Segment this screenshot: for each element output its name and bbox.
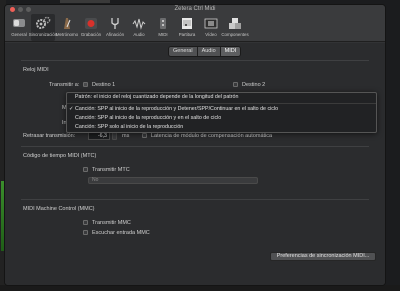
tuning-fork-icon (107, 16, 123, 30)
midi-port-icon (155, 16, 171, 30)
toolbar-item-grabacion[interactable]: Grabación (79, 14, 103, 41)
toolbar-item-sincronizacion[interactable]: Sincronización (28, 14, 58, 41)
toolbar-item-video[interactable]: Vídeo (199, 14, 223, 41)
section-divider (21, 60, 369, 61)
dropdown-option-label: Canción: SPP al inicio de la reproducció… (75, 106, 279, 112)
dropdown-option-label: Canción: SPP solo al inicio de la reprod… (75, 124, 184, 130)
toolbar-item-partitura[interactable]: Partitura (175, 14, 199, 41)
destino2-checkbox[interactable] (233, 82, 238, 87)
toolbar-label: Componentes (221, 32, 249, 37)
retrasar-input[interactable]: -6,3 (88, 132, 110, 140)
midi-sync-preferences-button[interactable]: Preferencias de sincronización MIDI... (270, 252, 376, 261)
tab-bar: General Audio MIDI (168, 46, 242, 57)
toolbar-label: Audio (133, 32, 145, 37)
switch-icon (11, 16, 27, 30)
toolbar-item-componentes[interactable]: Componentes (221, 14, 249, 41)
section-divider (21, 199, 369, 200)
toolbar-label: Partitura (178, 32, 196, 37)
toolbar-label: Metrónomo (55, 32, 79, 37)
dropdown-option-cancion-spp-solo[interactable]: Canción: SPP solo al inicio de la reprod… (67, 123, 376, 132)
dropdown-option-label: Canción: SPP al inicio de la reproducció… (75, 115, 222, 121)
modo-dropdown-menu: Patrón: el inicio del reloj cuantizado d… (66, 92, 377, 133)
mtc-format-value: No (92, 177, 99, 183)
preferences-toolbar: General Sincronización Metrónomo Grabaci… (5, 14, 385, 42)
latencia-label: Latencia de módulo de compensación autom… (151, 133, 273, 139)
listen-mmc-checkbox[interactable] (83, 230, 88, 235)
waveform-icon (131, 16, 147, 30)
toolbar-item-general[interactable]: General (7, 14, 31, 41)
toolbar-item-midi[interactable]: MIDI (151, 14, 175, 41)
film-icon (203, 16, 219, 30)
retrasar-stepper[interactable] (112, 132, 117, 140)
menu-separator (67, 103, 376, 104)
score-icon (179, 16, 195, 30)
transmit-mmc-label: Transmitir MMC (92, 220, 131, 226)
toolbar-item-metronomo[interactable]: Metrónomo (55, 14, 79, 41)
dropdown-option-label: Patrón: el inicio del reloj cuantizado d… (75, 94, 239, 100)
title-bar: Zetera Ctrl Midi (5, 5, 385, 14)
toolbar-label: General (11, 32, 27, 37)
tab-audio[interactable]: Audio (197, 47, 221, 56)
preferences-content: General Audio MIDI Reloj MIDI Transmitir… (5, 43, 385, 285)
section-divider (21, 146, 369, 147)
destino1-label: Destino 1 (92, 82, 116, 88)
section-title-reloj-midi: Reloj MIDI (23, 67, 49, 73)
dropdown-option-patron[interactable]: Patrón: el inicio del reloj cuantizado d… (67, 93, 376, 102)
toolbar-label: Sincronización (28, 32, 58, 37)
mtc-format-select[interactable]: No (88, 177, 258, 184)
boxes-icon (227, 16, 243, 30)
transmit-mtc-checkbox[interactable] (83, 167, 88, 172)
transmit-mmc-checkbox[interactable] (83, 220, 88, 225)
toolbar-label: Vídeo (205, 32, 217, 37)
toolbar-item-audio[interactable]: Audio (127, 14, 151, 41)
destino1-checkbox[interactable] (83, 82, 88, 87)
listen-mmc-label: Escuchar entrada MMC (92, 230, 150, 236)
transmit-mtc-label: Transmitir MTC (92, 167, 130, 173)
toolbar-label: Afinación (105, 32, 125, 37)
preferences-window: Zetera Ctrl Midi General Sincronización … (4, 4, 386, 286)
latencia-checkbox[interactable] (142, 133, 147, 138)
toolbar-item-afinacion[interactable]: Afinación (103, 14, 127, 41)
metronome-icon (59, 16, 75, 30)
transmit-label: Transmitir a: (49, 82, 80, 88)
section-title-mtc: Código de tiempo MIDI (MTC) (23, 153, 97, 159)
retrasar-label: Retrasar transmisión: (23, 133, 76, 139)
tab-midi[interactable]: MIDI (220, 47, 241, 56)
gears-icon (35, 16, 51, 30)
record-icon (83, 16, 99, 30)
toolbar-label: MIDI (158, 32, 168, 37)
destino2-label: Destino 2 (242, 82, 266, 88)
window-title: Zetera Ctrl Midi (174, 6, 216, 12)
background-tab (60, 0, 110, 3)
dropdown-option-cancion-spp-ciclo[interactable]: Canción: SPP al inicio de la reproducció… (67, 114, 376, 123)
checkmark-icon: ✓ (69, 106, 74, 112)
tab-general[interactable]: General (169, 47, 198, 56)
section-title-mmc: MIDI Machine Control (MMC) (23, 206, 95, 212)
dropdown-option-cancion-spp-detener[interactable]: ✓ Canción: SPP al inicio de la reproducc… (67, 105, 376, 114)
retrasar-unit: ms (122, 133, 130, 139)
toolbar-label: Grabación (80, 32, 102, 37)
